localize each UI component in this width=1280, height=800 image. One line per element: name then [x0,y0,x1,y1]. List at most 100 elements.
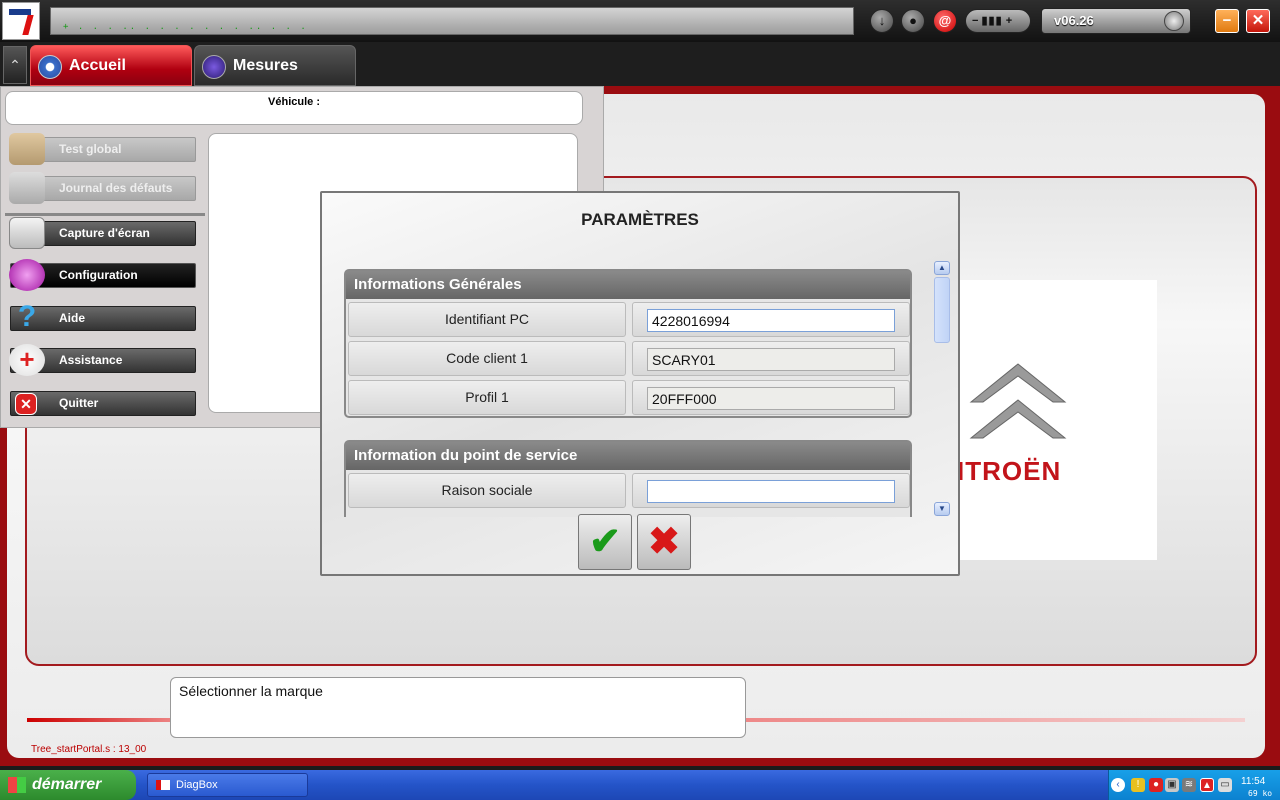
chevron-lower-icon [969,399,1067,439]
exit-icon: ✕ [15,393,37,415]
wifi-icon[interactable]: ≋ [1182,778,1196,792]
menu-label: Journal des défauts [59,181,173,195]
collapse-toggle[interactable]: ⌃ [3,46,27,84]
raison-sociale-input[interactable] [647,480,895,503]
field-container [632,341,910,376]
field-container [632,380,910,415]
ok-button[interactable]: ✔ [578,514,632,570]
assistance-icon: + [9,344,45,376]
camera-icon [9,217,45,249]
form-row: Code client 1 [346,338,910,377]
checkmark-icon: ✔ [589,521,621,563]
task-label: DiagBox [176,779,218,791]
dialog-scrollbar[interactable]: ▲ ▼ [934,261,950,517]
tab-label: Mesures [233,57,298,74]
tray-expand-icon[interactable]: ‹ [1111,778,1125,792]
cross-icon: ✖ [648,521,680,563]
volume-bars-icon: ▮▮▮ [981,15,1003,27]
menu-label: Aide [59,311,86,325]
form-row: Identifiant PC [346,299,910,338]
section-header: Information du point de service [346,442,910,470]
form-row: Raison sociale [346,470,910,509]
close-button[interactable]: ✕ [1246,9,1270,33]
home-icon [38,55,62,79]
version-knob-icon[interactable] [1164,11,1184,31]
menu-journal-defauts: Journal des défauts [9,172,196,204]
brand-name: ITROËN [957,456,1062,486]
tab-mesures[interactable]: Mesures [194,45,356,86]
scroll-thumb[interactable] [934,277,950,343]
start-button[interactable]: démarrer Forum307.com [0,770,136,800]
version-label: v06.26 [1054,13,1094,28]
menu-configuration[interactable]: Configuration [9,259,196,291]
dialog-title: PARAMÈTRES [581,210,699,229]
taskbar-diagbox[interactable]: DiagBox [147,773,308,797]
form-row: Profil 1 [346,377,910,416]
forum-watermark: Forum307.com [12,789,70,800]
user-icon[interactable]: ● [901,9,925,33]
red-line-right [745,718,1245,722]
menu-quitter[interactable]: ✕ Quitter [10,391,196,416]
parametres-dialog: PARAMÈTRES Informations Générales Identi… [320,191,960,576]
app-tray-icon[interactable]: ▲ [1200,778,1214,792]
menu-label: Capture d'écran [59,226,150,240]
menu-divider [5,213,205,216]
diagbox-window: + . . . .. . . . . . . . .. . . . ↓ ● @ … [0,0,1280,800]
vehicle-field: Véhicule : [5,91,583,125]
minimize-button[interactable]: − [1215,9,1239,33]
tab-label: Accueil [69,57,126,74]
trace-label: Tree_startPortal.s : 13_00 [31,744,147,755]
field-label: Code client 1 [348,341,626,376]
menu-assistance[interactable]: + Assistance [9,344,196,376]
field-label: Raison sociale [348,473,626,508]
monitor-icon[interactable]: ▭ [1218,778,1232,792]
tools-icon [9,259,45,291]
field-container [632,302,910,337]
menu-label: Configuration [59,268,138,282]
profil-input[interactable] [647,387,895,410]
scroll-up-icon[interactable]: ▲ [934,261,950,275]
menu-label: Quitter [59,396,99,410]
top-bar: + . . . .. . . . . . . . .. . . . ↓ ● @ … [0,0,1280,42]
tab-bar: ⌃ Accueil Mesures [0,42,1280,86]
security-icon[interactable]: ● [1149,778,1163,792]
section-header: Informations Générales [346,271,910,299]
section-informations-generales: Informations Générales Identifiant PC Co… [344,269,912,418]
scroll-down-icon[interactable]: ▼ [934,502,950,516]
version-box: v06.26 [1041,8,1191,34]
field-label: Profil 1 [348,380,626,415]
field-container [632,473,910,508]
status-box: + . . . .. . . . . . . . .. . . . [50,7,854,35]
menu-aide[interactable]: ? Aide [10,302,196,332]
download-icon[interactable]: ↓ [870,9,894,33]
network-icon[interactable]: ▣ [1165,778,1179,792]
code-client-input[interactable] [647,348,895,371]
menu-label: Assistance [59,353,123,367]
car-test-icon [9,133,45,165]
help-icon: ? [17,300,37,333]
prompt-box: Sélectionner la marque [170,677,746,738]
cancel-button[interactable]: ✖ [637,514,691,570]
volume-control[interactable]: − ▮▮▮ + [965,9,1031,33]
field-label: Identifiant PC [348,302,626,337]
kb-indicator: 69 ko [1248,789,1273,798]
journal-icon [9,172,45,204]
windows-taskbar: démarrer Forum307.com DiagBox ‹ ! ● ▣ ≋ … [0,770,1280,800]
dialog-scroll-area[interactable]: Informations Générales Identifiant PC Co… [342,267,916,517]
menu-label: Test global [59,142,122,156]
at-icon[interactable]: @ [933,9,957,33]
identifiant-pc-input[interactable] [647,309,895,332]
app-logo [2,2,40,40]
section-point-de-service: Information du point de service Raison s… [344,440,912,517]
citroen-logo[interactable]: ITROËN [957,280,1157,560]
menu-test-global: Test global [9,133,196,165]
volume-plus-icon[interactable]: + [1006,15,1012,27]
status-indicator: + . . . .. . . . . . . . .. . . . [63,22,308,32]
volume-minus-icon[interactable]: − [972,15,978,27]
waveform-icon [202,55,226,79]
tab-accueil[interactable]: Accueil [30,45,192,86]
diagbox-app-icon [156,780,170,790]
red-line-left [27,718,177,722]
shield-icon[interactable]: ! [1131,778,1145,792]
menu-capture-ecran[interactable]: Capture d'écran [9,217,196,249]
